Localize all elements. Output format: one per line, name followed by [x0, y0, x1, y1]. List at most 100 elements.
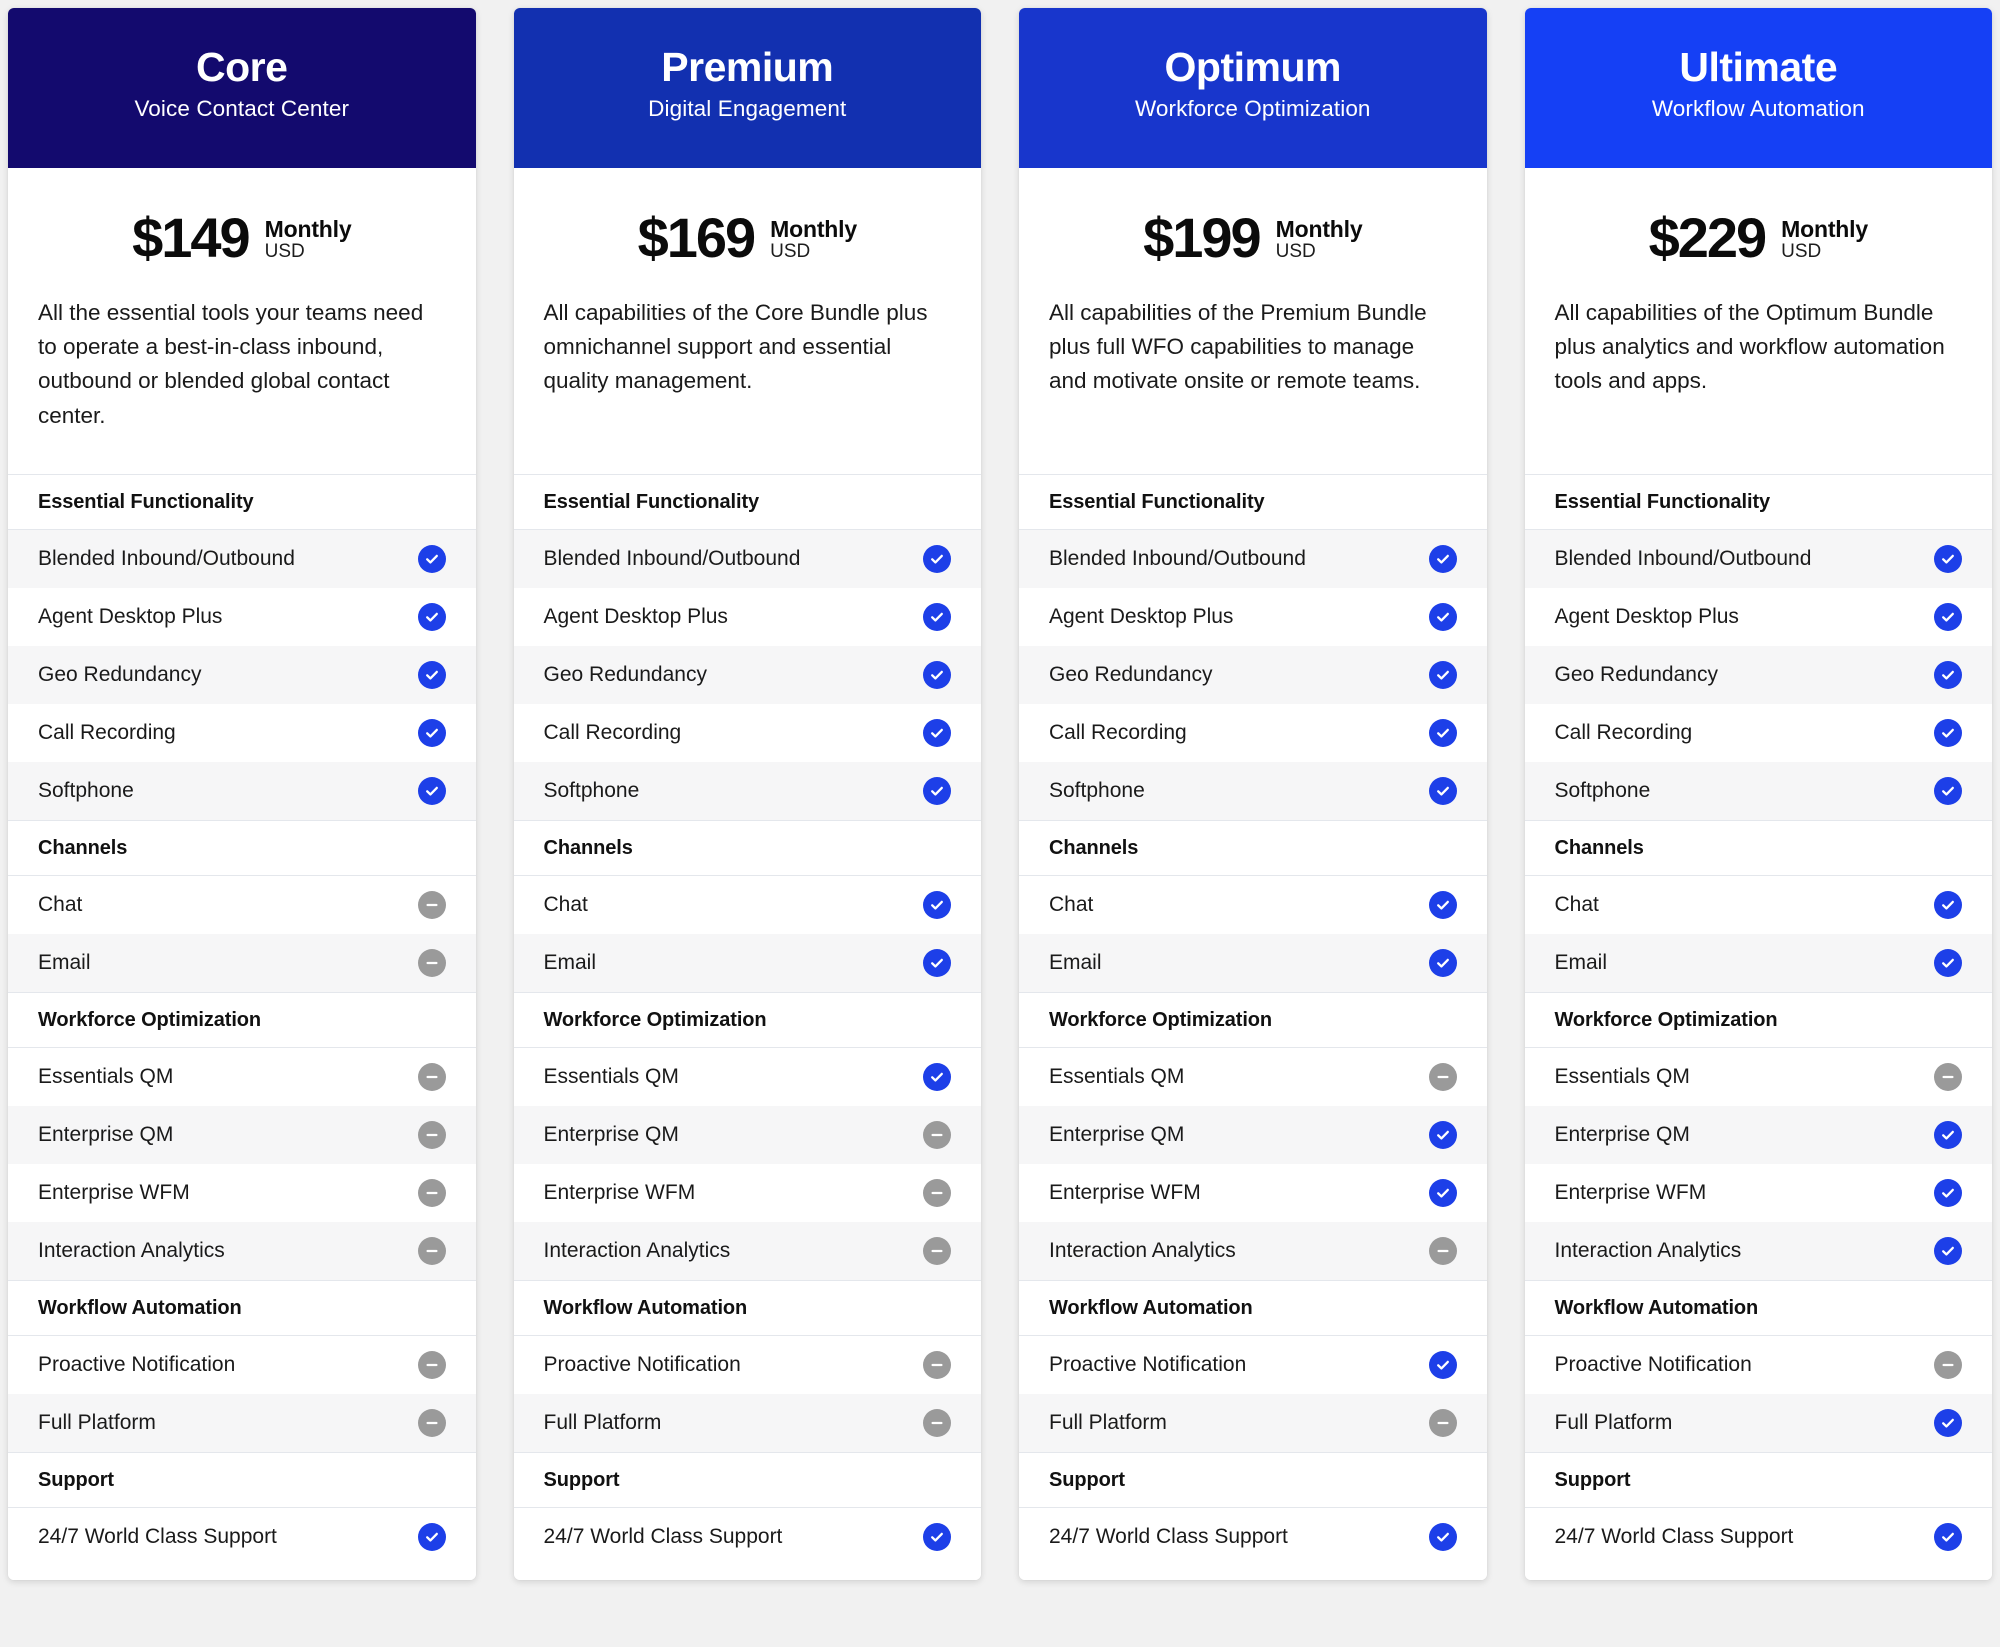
feature-row: 24/7 World Class Support: [1524, 1508, 1992, 1566]
check-circle-icon: [1428, 1351, 1457, 1379]
check-circle-icon: [923, 1063, 951, 1091]
feature-section-header-essential: Essential Functionality: [8, 474, 476, 530]
feature-label: Enterprise QM: [38, 1122, 174, 1146]
feature-label: Enterprise QM: [1554, 1122, 1690, 1146]
card-bottom-spacer: [1019, 1566, 1487, 1580]
plan-price-currency: USD: [770, 241, 811, 263]
feature-row: Call Recording: [513, 704, 981, 762]
plan-name: Optimum: [1164, 44, 1342, 91]
feature-section-header-support: Support: [1019, 1452, 1487, 1508]
plan-card-premium: Premium Digital Engagement $169 Monthly USD A…: [513, 8, 982, 1580]
feature-section-header-wfo: Workforce Optimization: [1019, 992, 1487, 1048]
feature-row: Proactive Notification: [1019, 1336, 1487, 1394]
feature-row: Enterprise WFM: [1524, 1164, 1992, 1222]
plan-price-amount: $229: [1648, 206, 1768, 269]
feature-label: Geo Redundancy: [543, 662, 707, 686]
check-circle-icon: [1934, 603, 1962, 631]
minus-circle-icon: [923, 1121, 951, 1149]
feature-label: Enterprise WFM: [1049, 1180, 1201, 1204]
check-circle-icon: [1428, 719, 1457, 747]
feature-row: Geo Redundancy: [8, 646, 476, 704]
feature-row: Chat: [1524, 876, 1992, 934]
plan-header: Ultimate Workflow Automation: [1524, 8, 1992, 168]
check-circle-icon: [1428, 1179, 1457, 1207]
feature-row: Full Platform: [8, 1394, 476, 1452]
plan-card-core: Core Voice Contact Center $149 Monthly USD Al…: [8, 8, 476, 1580]
check-circle-icon: [1428, 603, 1457, 631]
feature-section-header-essential: Essential Functionality: [1019, 474, 1487, 530]
plan-description: All capabilities of the Premium Bundle p…: [1049, 300, 1427, 394]
check-circle-icon: [1934, 1409, 1962, 1437]
feature-label: Blended Inbound/Outbound: [38, 546, 295, 570]
card-bottom-spacer: [8, 1566, 476, 1580]
check-circle-icon: [923, 603, 951, 631]
check-circle-icon: [923, 545, 951, 573]
plan-description: All capabilities of the Optimum Bundle p…: [1554, 300, 1945, 394]
feature-row: Blended Inbound/Outbound: [513, 530, 981, 588]
check-circle-icon: [417, 777, 446, 805]
feature-label: Proactive Notification: [543, 1352, 741, 1376]
feature-section-header-essential: Essential Functionality: [1524, 474, 1992, 530]
feature-row: Geo Redundancy: [513, 646, 981, 704]
plan-tagline: Voice Contact Center: [134, 96, 350, 122]
feature-row: Proactive Notification: [8, 1336, 476, 1394]
feature-label: Proactive Notification: [38, 1352, 236, 1376]
plan-card-optimum: Optimum Workforce Optimization $199 Monthly…: [1019, 8, 1487, 1580]
plan-price-meta: Monthly USD: [1276, 213, 1363, 263]
feature-label: Full Platform: [1049, 1410, 1167, 1434]
check-circle-icon: [1428, 949, 1457, 977]
feature-label: Softphone: [38, 778, 134, 802]
feature-row: Chat: [513, 876, 981, 934]
minus-circle-icon: [923, 1351, 951, 1379]
feature-section-header-workflow: Workflow Automation: [1524, 1280, 1992, 1336]
check-circle-icon: [417, 1523, 446, 1551]
plan-name: Premium: [661, 44, 834, 91]
minus-circle-icon: [923, 1179, 951, 1207]
plan-price-amount: $149: [132, 206, 251, 269]
check-circle-icon: [1428, 545, 1457, 573]
feature-list: Essential Functionality Blended Inbound/O…: [8, 474, 476, 1566]
plan-price-meta: Monthly USD: [1781, 213, 1868, 263]
feature-label: Chat: [1049, 892, 1094, 916]
feature-label: Enterprise WFM: [1554, 1180, 1707, 1204]
check-circle-icon: [923, 719, 951, 747]
feature-label: Full Platform: [543, 1410, 662, 1434]
feature-label: Agent Desktop Plus: [1554, 604, 1739, 628]
plan-tagline: Workforce Optimization: [1134, 96, 1371, 122]
feature-row: Agent Desktop Plus: [1019, 588, 1487, 646]
feature-label: Geo Redundancy: [38, 662, 202, 686]
plan-price-period: Monthly: [770, 216, 857, 242]
plan-header: Optimum Workforce Optimization: [1019, 8, 1487, 168]
plan-price-block: $199 Monthly USD: [1019, 168, 1487, 296]
feature-row: Enterprise QM: [1524, 1106, 1992, 1164]
plan-price-block: $169 Monthly USD: [514, 168, 982, 296]
feature-row: Geo Redundancy: [1524, 646, 1992, 704]
check-circle-icon: [1934, 545, 1962, 573]
feature-row: Enterprise WFM: [8, 1164, 476, 1222]
feature-label: Interaction Analytics: [1049, 1238, 1236, 1262]
feature-label: Blended Inbound/Outbound: [1554, 546, 1812, 570]
plan-price-period: Monthly: [1275, 216, 1363, 242]
feature-label: Call Recording: [1049, 720, 1187, 744]
minus-circle-icon: [417, 891, 446, 919]
feature-row: 24/7 World Class Support: [513, 1508, 981, 1566]
feature-section-header-workflow: Workflow Automation: [1019, 1280, 1487, 1336]
feature-row: Softphone: [8, 762, 476, 820]
feature-row: Proactive Notification: [1524, 1336, 1992, 1394]
check-circle-icon: [1934, 891, 1962, 919]
feature-label: Interaction Analytics: [1554, 1238, 1742, 1262]
feature-row: Chat: [1019, 876, 1487, 934]
check-circle-icon: [417, 719, 446, 747]
feature-label: Essentials QM: [38, 1064, 174, 1088]
check-circle-icon: [1934, 719, 1962, 747]
check-circle-icon: [1428, 1523, 1457, 1551]
plan-tagline: Workflow Automation: [1651, 96, 1865, 122]
plan-price-block: $229 Monthly USD: [1525, 168, 1993, 296]
check-circle-icon: [1934, 1121, 1962, 1149]
plan-price-meta: Monthly USD: [770, 213, 857, 263]
plan-price-currency: USD: [264, 241, 305, 263]
feature-list: Essential Functionality Blended Inbound/O…: [1019, 474, 1487, 1566]
feature-list: Essential Functionality Blended Inbound/O…: [1524, 474, 1992, 1566]
feature-row: Email: [1524, 934, 1992, 992]
feature-label: Agent Desktop Plus: [543, 604, 728, 628]
